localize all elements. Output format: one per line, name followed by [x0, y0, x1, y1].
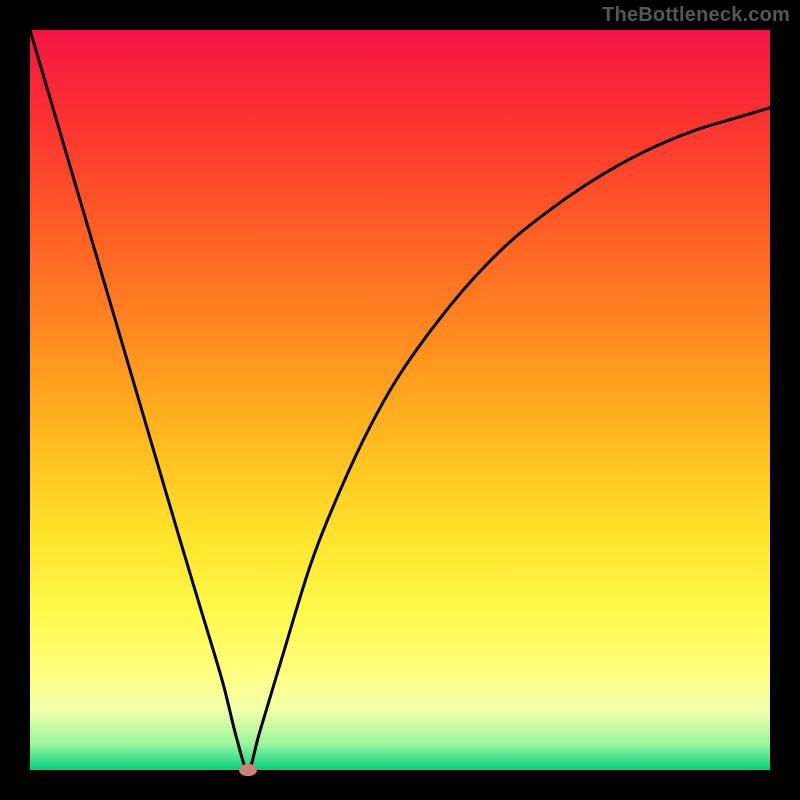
plot-area: [30, 30, 770, 770]
watermark-text: TheBottleneck.com: [602, 4, 790, 27]
minimum-marker: [239, 764, 257, 776]
curve-path: [30, 30, 770, 770]
curve-svg: [30, 30, 770, 770]
chart-frame: TheBottleneck.com: [0, 0, 800, 800]
